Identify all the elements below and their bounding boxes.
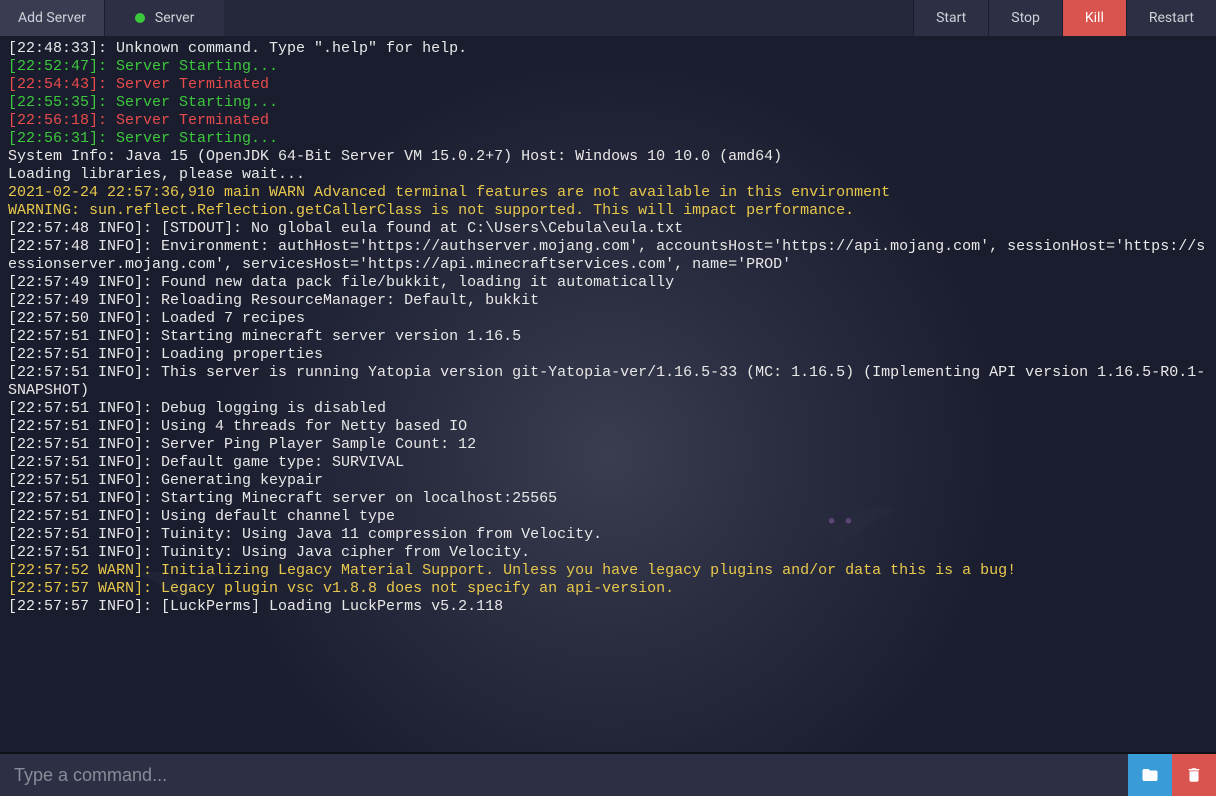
console-line: [22:57:51 INFO]: Tuinity: Using Java 11 … <box>8 526 1208 544</box>
console-line: [22:57:51 INFO]: Loading properties <box>8 346 1208 364</box>
console-line: Loading libraries, please wait... <box>8 166 1208 184</box>
trash-icon <box>1185 766 1203 784</box>
console-line: [22:57:51 INFO]: Starting Minecraft serv… <box>8 490 1208 508</box>
console-output: [22:48:33]: Unknown command. Type ".help… <box>0 36 1216 752</box>
console-line: [22:57:57 INFO]: [LuckPerms] Loading Luc… <box>8 598 1208 616</box>
console-line: [22:57:51 INFO]: Using default channel t… <box>8 508 1208 526</box>
server-tab-label: Server <box>155 10 194 26</box>
console-line: [22:57:51 INFO]: Default game type: SURV… <box>8 454 1208 472</box>
console-line: [22:57:49 INFO]: Reloading ResourceManag… <box>8 292 1208 310</box>
console-line: [22:57:48 INFO]: Environment: authHost='… <box>8 238 1208 274</box>
status-indicator-icon <box>135 13 145 23</box>
console-line: [22:57:57 WARN]: Legacy plugin vsc v1.8.… <box>8 580 1208 598</box>
top-toolbar: Add Server Server Start Stop Kill Restar… <box>0 0 1216 36</box>
console-line: [22:57:50 INFO]: Loaded 7 recipes <box>8 310 1208 328</box>
console-line: [22:56:31]: Server Starting... <box>8 130 1208 148</box>
console-line: [22:57:51 INFO]: Generating keypair <box>8 472 1208 490</box>
start-button[interactable]: Start <box>913 0 988 36</box>
console-line: [22:57:49 INFO]: Found new data pack fil… <box>8 274 1208 292</box>
console-line: [22:57:51 INFO]: Starting minecraft serv… <box>8 328 1208 346</box>
console-line: WARNING: sun.reflect.Reflection.getCalle… <box>8 202 1208 220</box>
restart-button[interactable]: Restart <box>1126 0 1216 36</box>
console-line: [22:57:51 INFO]: Debug logging is disabl… <box>8 400 1208 418</box>
console-line: [22:57:51 INFO]: Server Ping Player Samp… <box>8 436 1208 454</box>
kill-button[interactable]: Kill <box>1062 0 1126 36</box>
open-folder-button[interactable] <box>1128 754 1172 796</box>
console-line: [22:57:51 INFO]: This server is running … <box>8 364 1208 400</box>
console-line: [22:54:43]: Server Terminated <box>8 76 1208 94</box>
console-line: [22:57:48 INFO]: [STDOUT]: No global eul… <box>8 220 1208 238</box>
console-line: [22:55:35]: Server Starting... <box>8 94 1208 112</box>
clear-console-button[interactable] <box>1172 754 1216 796</box>
toolbar-spacer <box>224 0 913 36</box>
add-server-button[interactable]: Add Server <box>0 0 105 36</box>
bottom-bar <box>0 752 1216 796</box>
console-line: 2021-02-24 22:57:36,910 main WARN Advanc… <box>8 184 1208 202</box>
console-line: System Info: Java 15 (OpenJDK 64-Bit Ser… <box>8 148 1208 166</box>
console-line: [22:57:51 INFO]: Using 4 threads for Net… <box>8 418 1208 436</box>
console-line: [22:52:47]: Server Starting... <box>8 58 1208 76</box>
folder-icon <box>1141 766 1159 784</box>
console-line: [22:56:18]: Server Terminated <box>8 112 1208 130</box>
console-line: [22:48:33]: Unknown command. Type ".help… <box>8 40 1208 58</box>
stop-button[interactable]: Stop <box>988 0 1062 36</box>
console-line: [22:57:51 INFO]: Tuinity: Using Java cip… <box>8 544 1208 562</box>
command-input[interactable] <box>0 754 1128 796</box>
console-line: [22:57:52 WARN]: Initializing Legacy Mat… <box>8 562 1208 580</box>
server-tab[interactable]: Server <box>105 0 224 36</box>
